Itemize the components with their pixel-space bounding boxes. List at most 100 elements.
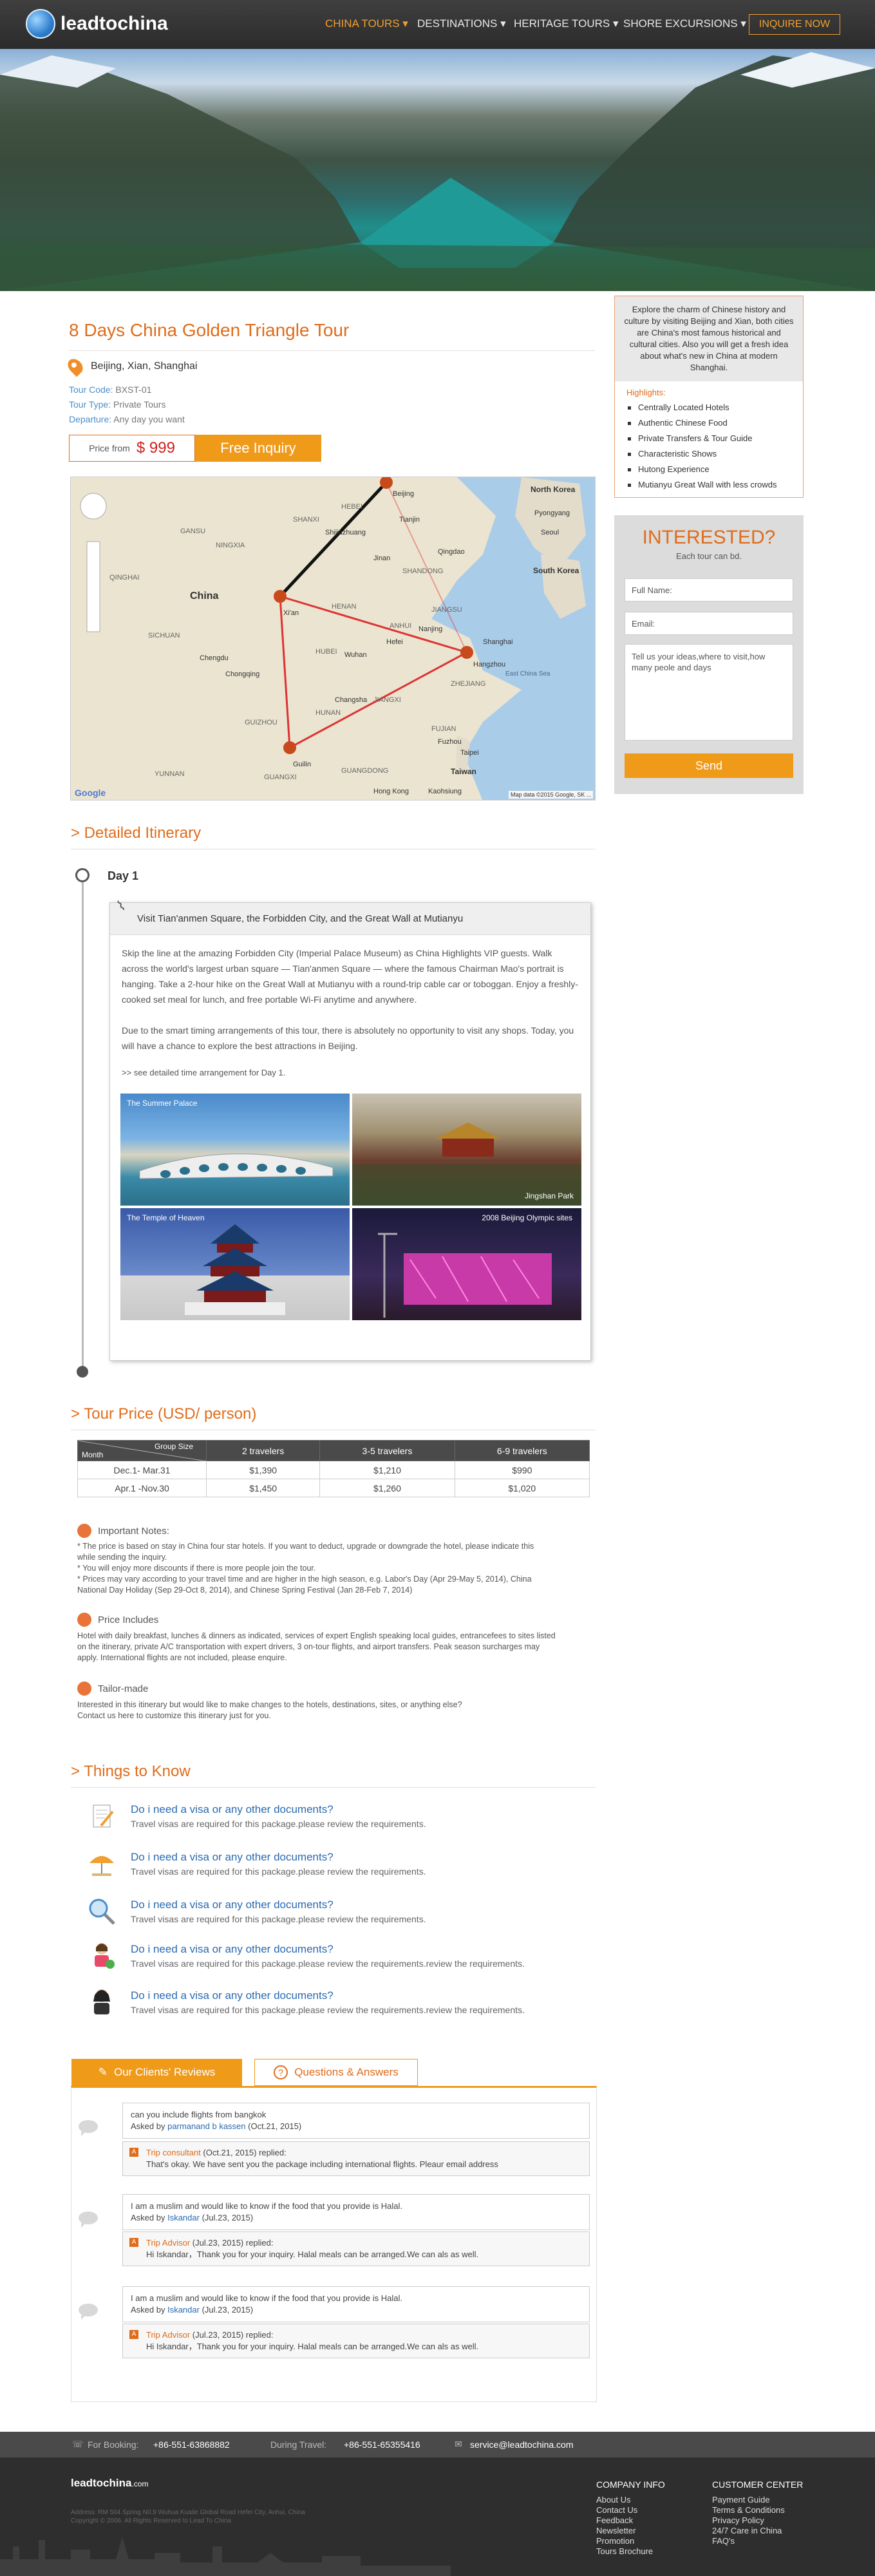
site-logo[interactable]: leadtochina xyxy=(26,9,168,39)
customer-center-title: CUSTOMER CENTER xyxy=(712,2479,804,2490)
asker-name[interactable]: Iskandar xyxy=(167,2213,200,2222)
footer-link[interactable]: 24/7 Care in China xyxy=(712,2526,785,2536)
travel-phone[interactable]: +86-551-65355416 xyxy=(344,2439,420,2450)
map-label-zhejiang: ZHEJIANG xyxy=(451,680,486,688)
day-description: Skip the line at the amazing Forbidden C… xyxy=(122,948,578,1005)
sun-umbrella-icon xyxy=(86,1848,118,1880)
tab-clients-reviews[interactable]: ✎ Our Clients' Reviews xyxy=(71,2059,242,2086)
footer-link[interactable]: Privacy Policy xyxy=(712,2515,785,2526)
note-line: Hotel with daily breakfast, lunches & di… xyxy=(77,1631,556,1640)
things-to-know-title: > Things to Know xyxy=(71,1763,191,1780)
map-label-shanxi: SHANXI xyxy=(293,516,319,524)
footer-link[interactable]: Promotion xyxy=(596,2536,653,2546)
highlight-item: Mutianyu Great Wall with less crowds xyxy=(628,477,803,493)
faq-question[interactable]: Do i need a visa or any other documents? xyxy=(131,1943,334,1956)
inquiry-form: INTERESTED? Each tour can bd. Full Name:… xyxy=(614,515,804,794)
checkmark-icon xyxy=(77,1613,91,1627)
email-field[interactable]: Email: xyxy=(625,612,793,635)
tab-questions-answers[interactable]: ? Questions & Answers xyxy=(254,2059,418,2086)
faq-question[interactable]: Do i need a visa or any other documents? xyxy=(131,1899,334,1911)
photo-caption: The Temple of Heaven xyxy=(127,1213,205,1222)
map-label-xian: Xi'an xyxy=(283,609,299,617)
note-line: National Day Holiday (Sep 29-Oct 8, 2014… xyxy=(77,1586,413,1595)
faq-answer: Travel visas are required for this packa… xyxy=(131,2005,525,2015)
nav-shore-excursions[interactable]: SHORE EXCURSIONS ▾ xyxy=(623,17,746,30)
nav-destinations[interactable]: DESTINATIONS ▾ xyxy=(417,17,506,30)
review-icon: ✎ xyxy=(98,2066,108,2078)
map-attribution: Map data ©2015 Google, SK ... xyxy=(509,791,594,799)
route-map[interactable]: North Korea Pyongyang Seoul South Korea … xyxy=(70,477,596,800)
map-label-anhui: ANHUI xyxy=(390,622,412,630)
map-label-ningxia: NINGXIA xyxy=(216,542,245,549)
map-label-jiangsu: JIANGSU xyxy=(431,606,462,614)
map-label-guangdong: GUANGDONG xyxy=(341,767,389,775)
map-label-qingdao: Qingdao xyxy=(438,548,465,556)
tour-title: 8 Days China Golden Triangle Tour xyxy=(69,320,350,340)
footer-link[interactable]: Feedback xyxy=(596,2515,653,2526)
send-button[interactable]: Send xyxy=(625,753,793,778)
note-line: * You will enjoy more discounts if there… xyxy=(77,1564,316,1573)
footer-link[interactable]: Contact Us xyxy=(596,2505,653,2515)
nav-heritage-tours[interactable]: HERITAGE TOURS ▾ xyxy=(514,17,619,30)
table-cell: $1,390 xyxy=(205,1461,321,1479)
free-inquiry-button[interactable]: Free Inquiry xyxy=(195,435,321,462)
company-info-links: About Us Contact Us Feedback Newsletter … xyxy=(596,2495,653,2557)
temple-of-heaven-photo[interactable]: The Temple of Heaven xyxy=(120,1208,350,1320)
map-label-guangxi: GUANGXI xyxy=(264,773,297,781)
footer-link[interactable]: Newsletter xyxy=(596,2526,653,2536)
map-label-hunan: HUNAN xyxy=(315,709,341,717)
footer-link[interactable]: Tours Brochure xyxy=(596,2546,653,2557)
footer-link[interactable]: Terms & Conditions xyxy=(712,2505,785,2515)
booking-phone[interactable]: +86-551-63868882 xyxy=(153,2439,230,2450)
nav-china-tours[interactable]: CHINA TOURS ▾ xyxy=(325,17,408,30)
faq-question[interactable]: Do i need a visa or any other documents? xyxy=(131,1803,334,1816)
contact-email[interactable]: service@leadtochina.com xyxy=(470,2439,574,2450)
note-line: * Prices may vary according to your trav… xyxy=(77,1575,532,1584)
question-card: can you include flights from bangkok Ask… xyxy=(122,2103,590,2139)
customer-center-links: Payment Guide Terms & Conditions Privacy… xyxy=(712,2495,785,2546)
map-label-wuhan: Wuhan xyxy=(344,651,367,659)
message-field[interactable]: Tell us your ideas,where to visit,how ma… xyxy=(625,644,793,741)
note-line: * The price is based on stay in China fo… xyxy=(77,1542,534,1551)
asker-name[interactable]: parmanand b kassen xyxy=(167,2121,245,2131)
map-label-fujian: FUJIAN xyxy=(431,725,456,733)
footer-link[interactable]: About Us xyxy=(596,2495,653,2505)
map-label-north-korea: North Korea xyxy=(531,485,576,494)
asker-name[interactable]: Iskandar xyxy=(167,2305,200,2315)
olympic-sites-photo[interactable]: 2008 Beijing Olympic sites xyxy=(352,1208,581,1320)
summer-palace-photo[interactable]: The Summer Palace xyxy=(120,1094,350,1206)
footer-logo[interactable]: leadtochina.com xyxy=(71,2477,148,2490)
responder-name: Trip Advisor xyxy=(146,2330,191,2340)
map-label-shanghai: Shanghai xyxy=(483,638,513,646)
map-label-chengdu: Chengdu xyxy=(200,654,229,662)
map-label-chongqing: Chongqing xyxy=(225,670,260,678)
faq-question[interactable]: Do i need a visa or any other documents? xyxy=(131,1851,334,1864)
map-label-sichuan: SICHUAN xyxy=(148,632,180,639)
traveler-icon xyxy=(86,1940,118,1972)
table-cell: $1,210 xyxy=(319,1461,455,1479)
footer-link[interactable]: Payment Guide xyxy=(712,2495,785,2505)
highlights-list: Centrally Located Hotels Authentic Chine… xyxy=(615,400,803,493)
price-box: Price from $ 999 xyxy=(69,435,195,462)
magnifier-icon xyxy=(86,1895,118,1927)
jingshan-park-photo[interactable]: Jingshan Park xyxy=(352,1094,581,1206)
answer-text: Hi Iskandar，Thank you for your inquiry. … xyxy=(146,2342,479,2351)
google-logo: Google xyxy=(75,788,106,798)
note-line: apply. International flights are not inc… xyxy=(77,1653,287,1662)
photo-caption: The Summer Palace xyxy=(127,1099,198,1108)
column-header: 3-5 travelers xyxy=(319,1440,455,1461)
note-line[interactable]: Contact us here to customize this itiner… xyxy=(77,1710,592,1721)
map-label-seoul: Seoul xyxy=(541,529,560,536)
footer-link[interactable]: FAQ's xyxy=(712,2536,785,2546)
itinerary-title: > Detailed Itinerary xyxy=(71,824,202,842)
answer-card: A Trip Advisor (Jul.23, 2015) replied: H… xyxy=(122,2324,590,2358)
faq-question[interactable]: Do i need a visa or any other documents? xyxy=(131,1989,334,2002)
timeline-line xyxy=(82,875,84,1373)
highlights-box: Explore the charm of Chinese history and… xyxy=(614,296,804,498)
inquire-now-button[interactable]: INQUIRE NOW xyxy=(749,14,840,35)
photo-caption: 2008 Beijing Olympic sites xyxy=(482,1213,572,1222)
full-name-field[interactable]: Full Name: xyxy=(625,578,793,601)
detailed-time-link[interactable]: >> see detailed time arrangement for Day… xyxy=(122,1065,580,1081)
tour-price-title: > Tour Price (USD/ person) xyxy=(71,1405,257,1423)
tour-intro-text: Explore the charm of Chinese history and… xyxy=(615,296,803,381)
